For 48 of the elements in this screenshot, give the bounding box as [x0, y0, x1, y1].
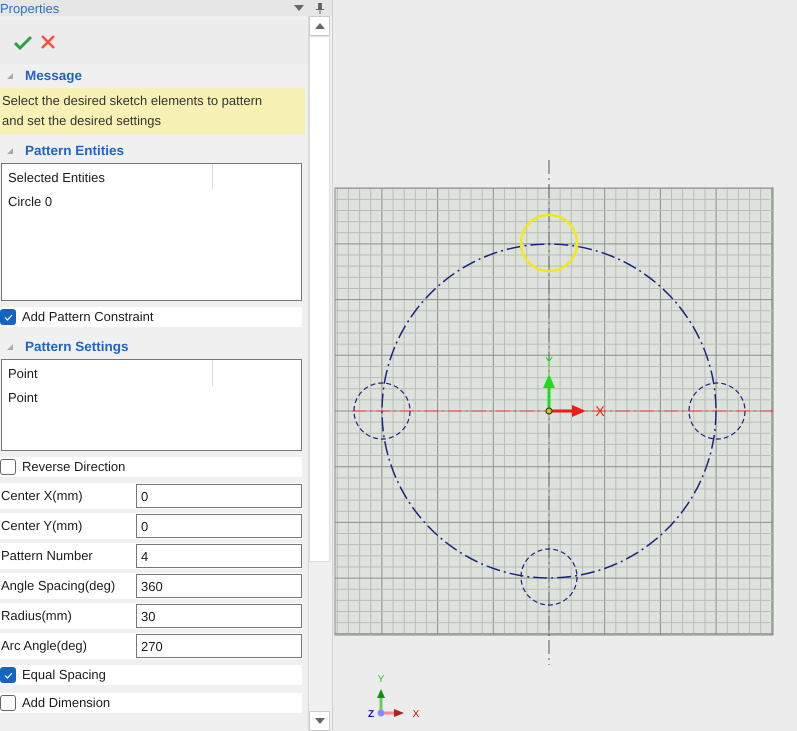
sketch-circle[interactable]: [688, 382, 746, 440]
checkbox-label: Equal Spacing: [22, 666, 106, 684]
input-field[interactable]: 360: [136, 574, 302, 598]
z-axis-label: Z: [368, 709, 374, 720]
checkbox-label: Add Pattern Constraint: [22, 308, 154, 326]
scroll-up-button[interactable]: [309, 16, 330, 36]
field-label: Radius(mm): [0, 607, 73, 626]
input-field[interactable]: 0: [136, 514, 302, 538]
section-heading: Pattern Entities: [25, 142, 124, 160]
check-icon: [4, 314, 12, 320]
field-label: Center X(mm): [0, 487, 84, 506]
check-icon[interactable]: [14, 34, 32, 50]
down-arrow-icon: [314, 718, 324, 724]
y-axis-label: Y: [378, 674, 384, 685]
up-arrow-icon: [314, 23, 324, 29]
view-triad-arrows: [377, 689, 404, 717]
field-label: Pattern Number: [0, 547, 94, 566]
checkbox[interactable]: [0, 309, 16, 325]
section-heading: Message: [25, 66, 82, 85]
x-axis-label: X: [412, 709, 420, 720]
scroll-down-button[interactable]: [309, 711, 330, 731]
input-field[interactable]: 0: [136, 484, 302, 508]
input-field[interactable]: 30: [136, 604, 302, 628]
checkbox[interactable]: [0, 695, 16, 711]
checkbox-label: Add Dimension: [22, 694, 110, 712]
checkbox-label: Reverse Direction: [22, 458, 126, 476]
input-field[interactable]: 4: [136, 544, 302, 568]
list-item[interactable]: Point: [2, 364, 301, 388]
panel-title: Properties: [0, 2, 60, 14]
close-icon[interactable]: [40, 34, 56, 50]
list-item[interactable]: Circle 0: [2, 192, 301, 216]
message-text: Select the desired sketch elements to pattern and set the desired settings: [0, 88, 305, 134]
origin-point: [546, 408, 552, 414]
section-heading: Pattern Settings: [25, 338, 129, 356]
list-item[interactable]: Point: [2, 388, 301, 412]
field-label: Center Y(mm): [0, 517, 84, 536]
list-item[interactable]: Selected Entities: [2, 168, 301, 192]
scrollbar-thumb[interactable]: [309, 36, 330, 562]
sketch-circle[interactable]: [353, 382, 411, 440]
checkbox[interactable]: [0, 667, 16, 683]
dropdown-icon[interactable]: [294, 5, 304, 11]
checkbox[interactable]: [0, 459, 16, 475]
check-icon: [4, 672, 12, 678]
field-label: Arc Angle(deg): [0, 637, 88, 656]
input-field[interactable]: 270: [136, 634, 302, 658]
pin-icon[interactable]: [316, 2, 324, 14]
sketch-circle[interactable]: [520, 548, 578, 606]
field-label: Angle Spacing(deg): [0, 577, 116, 596]
